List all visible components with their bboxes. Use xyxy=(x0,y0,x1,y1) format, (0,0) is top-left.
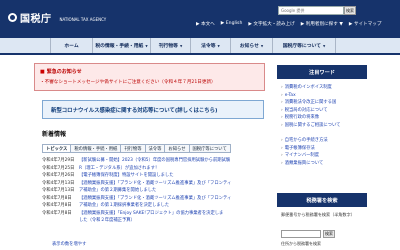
nav-label: ホーム xyxy=(64,44,79,49)
sidebar-item-consumption-tax-law[interactable]: 消費税法令改正に関する国 xyxy=(281,99,367,107)
sidebar-item-my-number[interactable]: マイナンバー制度 xyxy=(281,152,367,160)
news-link[interactable]: ア補助金」の第２期募集を開始しました xyxy=(79,187,264,195)
list-item: した（令和２年度補正予算） xyxy=(42,217,264,225)
featured-words-heading: 注目ワード xyxy=(277,65,367,79)
featured-words-list: 消費税のインボイス制度 e-Tax 消費税法令改正に関する国 税当局の対応につい… xyxy=(281,84,367,168)
utility-link-sitemap[interactable]: ▶ サイトマップ xyxy=(349,21,382,27)
nav-label: お知らせ xyxy=(239,44,259,49)
tab-topics[interactable]: トピックス xyxy=(42,144,71,153)
address-search-link[interactable]: 住所から税務署を検索 xyxy=(281,241,321,247)
site-search-box[interactable] xyxy=(278,6,344,15)
nav-home[interactable]: ホーム xyxy=(50,38,92,53)
sidebar-item-consultation[interactable]: 国税に関するご相談について xyxy=(281,122,367,130)
news-date: 令和4年7月8日 xyxy=(42,195,72,201)
urgent-notice-box: 緊急のお知らせ ・不審なショートメッセージや偽サイトにご注意ください（令和４年７… xyxy=(34,63,265,91)
logo-text-jp: 国税庁 xyxy=(20,14,52,25)
nav-tax-info[interactable]: 税の情報・手続・用紙 ▼ xyxy=(92,38,150,53)
news-date xyxy=(42,217,79,225)
list-item: 令和4年7月8日 【酒類業振興支援】「ブランド化・酒蔵ツーリズム推進事業」及び「フ… xyxy=(42,195,264,203)
news-link[interactable]: R（理工・デジタル系）が追加されます！ xyxy=(79,165,264,173)
list-item: 令和4年7月29日 【新試験公募・開始】2023（令和5）年度の国税専門官採用試験… xyxy=(42,157,264,165)
news-link[interactable]: 【酒類業振興支援】「ブランド化・酒蔵ツーリズム推進事業」及び「フロンティ xyxy=(79,195,264,203)
nav-label: 税の情報・手続・用紙 xyxy=(95,44,144,49)
tax-office-search-button[interactable]: 検索 xyxy=(323,230,335,238)
news-tabs: トピックス 税の情報・手続・用紙 刊行物等 法令等 お知らせ 国税庁等について xyxy=(42,144,231,153)
nav-laws[interactable]: 法令等 ▼ xyxy=(190,38,230,53)
chevron-down-icon: ▼ xyxy=(179,43,183,48)
site-header: 国税庁 NATIONAL TAX AGENCY 検索 ▶ 本文へ ▶ Engli… xyxy=(0,0,400,38)
news-link[interactable]: 【新試験公募・開始】2023（令和5）年度の国税専門官採用試験から前期試験 xyxy=(79,157,264,165)
urgent-notice-link[interactable]: ・不審なショートメッセージや偽サイトにご注意ください（令和４年７月21日更新） xyxy=(40,79,216,85)
sidebar-item-liquor[interactable]: 酒類業振興について xyxy=(281,160,367,168)
news-date: 令和4年7月26日 xyxy=(42,173,75,178)
nta-emblem-icon xyxy=(8,13,17,22)
chevron-down-icon: ▼ xyxy=(145,43,148,48)
covid-banner-text: 新型コロナウイルス感染症に関する対応等について(詳しくはこちら) xyxy=(51,107,218,114)
news-link[interactable]: 【酒類業振興支援】「ブランド化・酒蔵ツーリズム推進事業」及び「フロンティ xyxy=(79,180,264,188)
urgent-notice-title: 緊急のお知らせ xyxy=(40,68,82,75)
news-date: 令和4年7月25日 xyxy=(42,165,75,171)
nav-label: 法令等 xyxy=(201,44,216,49)
list-item: 令和4年7月13日 【酒類業振興支援】「ブランド化・酒蔵ツーリズム推進事業」及び「… xyxy=(42,180,264,188)
site-search-button[interactable]: 検索 xyxy=(344,6,356,15)
tax-office-search-row: 検索 xyxy=(281,230,335,238)
news-date: 令和4年7月13日 xyxy=(42,180,75,186)
news-link[interactable]: ア補助金」の第１期採択事業者を決定しました xyxy=(79,202,264,210)
news-date: 令和4年7月8日 xyxy=(42,203,72,208)
news-link[interactable]: 【電子帳簿保存制度】特設サイトを開設しました xyxy=(79,172,264,180)
news-date: 令和4年7月29日 xyxy=(42,158,75,163)
sidebar-item-future-vision[interactable]: 税務行政の将来像 xyxy=(281,114,367,122)
tab-about-nta[interactable]: 国税庁等について xyxy=(188,144,231,153)
tab-notices[interactable]: お知らせ xyxy=(164,144,189,153)
news-section-title: 新着情報 xyxy=(42,131,67,138)
site-search-input[interactable] xyxy=(279,7,343,14)
chevron-down-icon: ▼ xyxy=(217,43,220,48)
news-date: 令和4年7月8日 xyxy=(42,210,72,216)
news-list: 令和4年7月29日 【新試験公募・開始】2023（令和5）年度の国税専門官採用試験… xyxy=(42,157,264,225)
list-item: 令和4年7月13日 ア補助金」の第２期募集を開始しました xyxy=(42,187,264,195)
tab-publications[interactable]: 刊行物等 xyxy=(120,144,145,153)
sidebar-item-consumption-tax-law-cont[interactable]: 税当局の対応について xyxy=(281,107,367,115)
tax-office-search-description: 郵便番号から税務署を検索（半角数字） xyxy=(281,212,355,217)
nav-publications[interactable]: 刊行物等 ▼ xyxy=(150,38,190,53)
tab-laws[interactable]: 法令等 xyxy=(144,144,165,153)
logo-text-en: NATIONAL TAX AGENCY xyxy=(59,16,107,22)
utility-links: ▶ 本文へ ▶ English ▶ 文字拡大・読み上げ ▶ 利用者別に探す ▼ … xyxy=(196,21,381,27)
sidebar-item-e-books[interactable]: 電子帳簿保存法 xyxy=(281,145,367,153)
news-link[interactable]: した（令和２年度補正予算） xyxy=(79,217,264,225)
list-item: 令和4年7月8日 ア補助金」の第１期採択事業者を決定しました xyxy=(42,202,264,210)
site-logo[interactable]: 国税庁 NATIONAL TAX AGENCY xyxy=(8,10,106,25)
list-item: 令和4年7月8日 【酒類業振興支援】「Enjoy SAKE!プロジェクト」の協力事… xyxy=(42,210,264,218)
list-item: 令和4年7月25日 R（理工・デジタル系）が追加されます！ xyxy=(42,165,264,173)
sidebar-item-home-procedures[interactable]: 自宅からの手続き方法 xyxy=(281,137,367,145)
nav-label: 刊行物等 xyxy=(158,44,178,49)
chevron-down-icon: ▼ xyxy=(260,43,264,48)
show-more-link[interactable]: 表示の数を増やす xyxy=(52,241,86,247)
list-item: 令和4年7月26日 【電子帳簿保存制度】特設サイトを開設しました xyxy=(42,172,264,180)
sidebar-item-invoice[interactable]: 消費税のインボイス制度 xyxy=(281,84,367,92)
sidebar-item-etax[interactable]: e-Tax xyxy=(281,92,367,100)
covid-banner-link[interactable]: 新型コロナウイルス感染症に関する対応等について(詳しくはこちら) xyxy=(42,100,264,119)
nav-notices[interactable]: お知らせ ▼ xyxy=(230,38,272,53)
chevron-down-icon: ▼ xyxy=(322,43,326,48)
news-date: 令和4年7月13日 xyxy=(42,188,75,193)
tab-tax-info[interactable]: 税の情報・手続・用紙 xyxy=(70,144,121,153)
postal-code-input[interactable] xyxy=(281,230,321,238)
tax-office-search-heading: 税務署を検索 xyxy=(277,193,367,207)
utility-link-by-user[interactable]: ▶ 利用者別に探す ▼ xyxy=(301,21,343,27)
global-nav: ホーム 税の情報・手続・用紙 ▼ 刊行物等 ▼ 法令等 ▼ お知らせ ▼ 国税庁等につい… xyxy=(0,38,400,55)
nav-label: 国税庁等について xyxy=(282,44,321,49)
news-link[interactable]: 【酒類業振興支援】「Enjoy SAKE!プロジェクト」の協力事業者を決定しま xyxy=(79,210,264,218)
utility-link-english[interactable]: ▶ English xyxy=(221,21,243,27)
nav-about-nta[interactable]: 国税庁等について ▼ xyxy=(272,38,336,53)
utility-link-accessibility[interactable]: ▶ 文字拡大・読み上げ xyxy=(248,21,294,27)
utility-link-skip[interactable]: ▶ 本文へ xyxy=(196,21,215,27)
